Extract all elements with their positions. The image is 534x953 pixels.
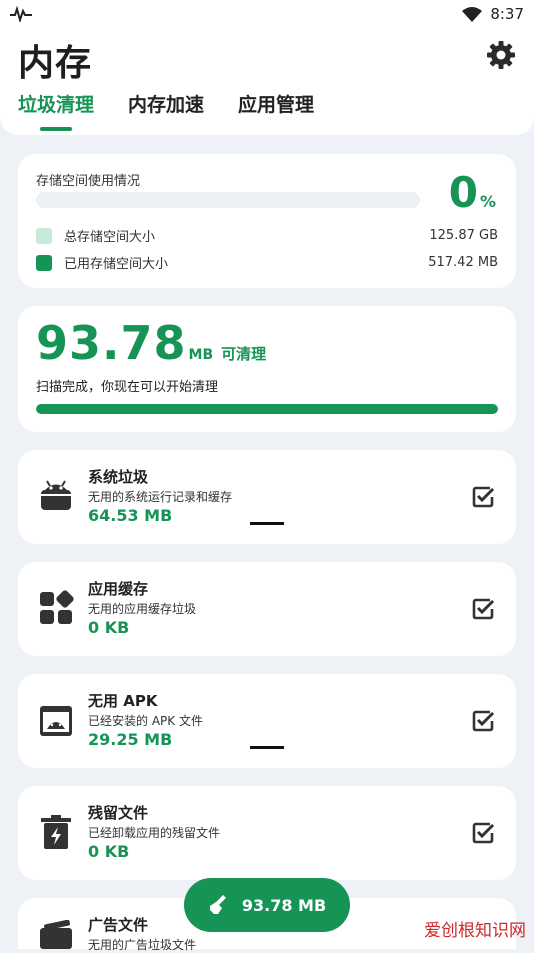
storage-percent-value: 0	[448, 168, 478, 217]
scan-size-number: 93.78	[36, 316, 187, 370]
checkbox-checked-icon[interactable]	[470, 484, 496, 510]
apps-grid-icon	[40, 590, 74, 624]
apk-box-icon	[40, 706, 72, 736]
status-bar: 8:37	[0, 0, 534, 28]
clean-fab-button[interactable]: 93.78 MB	[184, 878, 350, 932]
junk-item-desc: 无用的应用缓存垃圾	[88, 602, 197, 616]
junk-item-system[interactable]: 系统垃圾 无用的系统运行记录和缓存 64.53 MB	[18, 450, 516, 544]
broom-icon	[209, 895, 226, 914]
scan-size: 93.78 MB 可清理	[36, 316, 266, 370]
junk-item-desc: 无用的系统运行记录和缓存	[88, 490, 233, 504]
scan-progress-fill	[36, 404, 498, 414]
trash-bolt-icon	[41, 815, 71, 849]
page-title: 内存	[18, 43, 93, 84]
scan-cleanable-tag: 可清理	[221, 345, 267, 363]
tab-memory-boost[interactable]: 内存加速	[128, 90, 204, 131]
wifi-icon	[462, 7, 483, 22]
junk-item-size: 64.53 MB	[88, 506, 173, 525]
junk-item-title: 系统垃圾	[88, 468, 149, 486]
junk-item-apk[interactable]: 无用 APK 已经安装的 APK 文件 29.25 MB	[18, 674, 516, 768]
android-icon	[41, 480, 71, 510]
storage-usage-label: 存储空间使用情况	[36, 174, 141, 189]
tab-junk-clean[interactable]: 垃圾清理	[18, 90, 94, 131]
scan-size-unit: MB	[188, 347, 214, 363]
tab-bar: 垃圾清理 内存加速 应用管理	[18, 90, 314, 131]
watermark-text: 爱创根知识网	[424, 921, 526, 941]
junk-item-size: 0 KB	[88, 618, 130, 637]
storage-usage-bar	[36, 192, 420, 208]
legend-total-row: 总存储空间大小 125.87 GB	[36, 226, 498, 245]
legend-total-value: 125.87 GB	[429, 228, 498, 243]
clean-fab-label: 93.78 MB	[241, 895, 327, 915]
junk-item-desc: 无用的广告垃圾文件	[88, 938, 197, 952]
junk-item-title: 残留文件	[88, 804, 149, 822]
scan-result-card: 93.78 MB 可清理 扫描完成，你现在可以开始清理	[18, 306, 516, 432]
junk-item-title: 应用缓存	[88, 580, 149, 598]
tab-app-manager[interactable]: 应用管理	[238, 90, 314, 131]
legend-total-swatch	[36, 227, 52, 244]
legend-used-value: 517.42 MB	[428, 255, 498, 270]
junk-item-app-cache[interactable]: 应用缓存 无用的应用缓存垃圾 0 KB	[18, 562, 516, 656]
status-right: 8:37	[462, 4, 524, 24]
junk-item-size: 29.25 MB	[88, 730, 173, 749]
junk-item-size: 0 KB	[88, 842, 130, 861]
top-app-bar: 8:37 内存 垃圾清理 内存加速 应用管理	[0, 0, 534, 135]
junk-item-desc: 已经卸载应用的残留文件	[88, 826, 221, 840]
scroll-indicator	[250, 522, 284, 525]
activity-icon	[10, 6, 32, 22]
storage-percent-unit: %	[479, 192, 496, 211]
checkbox-checked-icon[interactable]	[470, 596, 496, 622]
watermark: 爱创根知识网	[424, 916, 526, 941]
junk-item-residual[interactable]: 残留文件 已经卸载应用的残留文件 0 KB	[18, 786, 516, 880]
checkbox-checked-icon[interactable]	[470, 820, 496, 846]
scroll-indicator	[250, 746, 284, 749]
status-time: 8:37	[490, 5, 524, 23]
legend-total-label: 总存储空间大小	[64, 230, 156, 245]
gear-icon[interactable]	[486, 40, 516, 70]
ad-icon	[40, 920, 72, 949]
junk-item-title: 广告文件	[88, 916, 149, 934]
legend-used-row: 已用存储空间大小 517.42 MB	[36, 253, 498, 272]
checkbox-checked-icon[interactable]	[470, 708, 496, 734]
legend-used-swatch	[36, 254, 52, 271]
storage-usage-card: 存储空间使用情况 0% 总存储空间大小 125.87 GB 已用存储空间大小 5…	[18, 154, 516, 288]
scan-progress-bar	[36, 404, 498, 414]
scan-message: 扫描完成，你现在可以开始清理	[36, 380, 219, 395]
storage-percent: 0%	[449, 168, 496, 217]
junk-item-title: 无用 APK	[88, 692, 158, 710]
junk-item-desc: 已经安装的 APK 文件	[88, 714, 203, 728]
legend-used-label: 已用存储空间大小	[64, 257, 169, 272]
